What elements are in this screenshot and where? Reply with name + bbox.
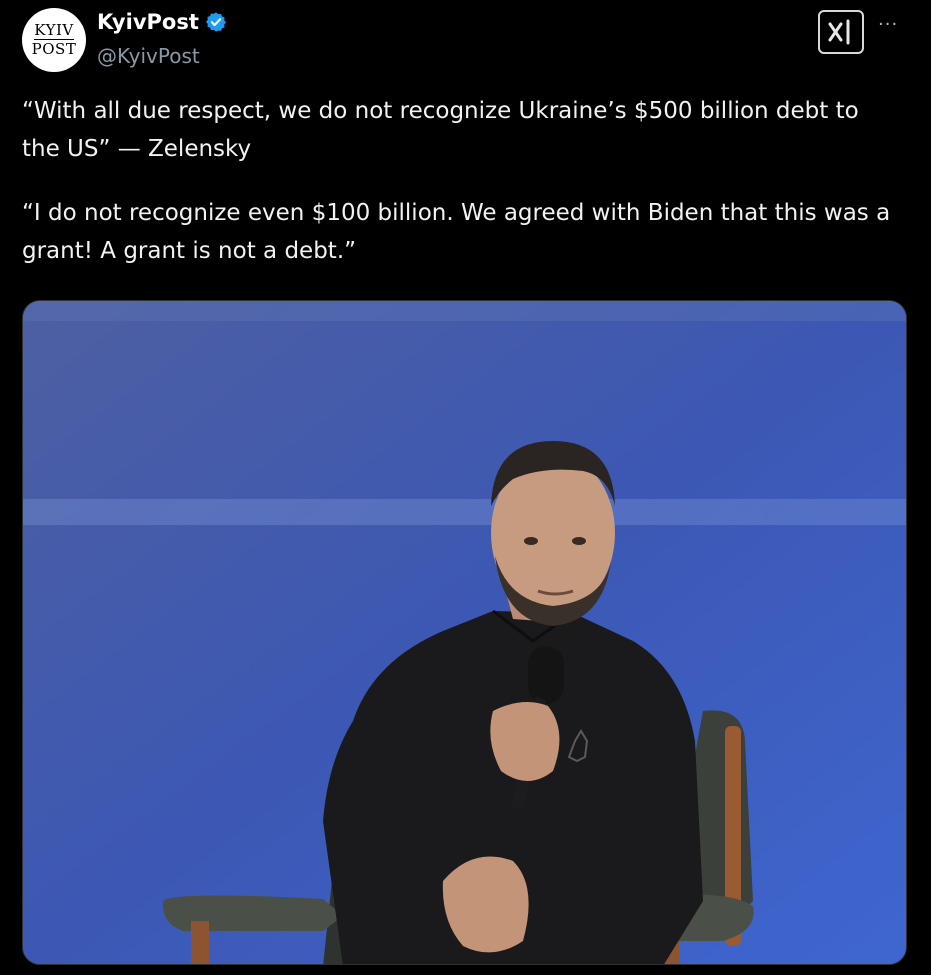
author-name-row: KyivPost	[97, 10, 227, 34]
verified-badge-icon	[205, 11, 227, 33]
post-photo[interactable]	[22, 300, 907, 965]
avatar[interactable]: KYIV POST	[22, 8, 86, 72]
post-card: KYIV POST KyivPost @KyivPost ··· “With a…	[0, 0, 931, 975]
display-name[interactable]: KyivPost	[97, 10, 199, 34]
handle[interactable]: @KyivPost	[97, 44, 200, 68]
more-options-icon[interactable]: ···	[878, 14, 898, 35]
post-text: “With all due respect, we do not recogni…	[22, 92, 902, 270]
photo-illustration	[23, 301, 906, 964]
avatar-line1: KYIV	[34, 21, 74, 39]
post-paragraph-1: “With all due respect, we do not recogni…	[22, 98, 859, 162]
xai-grok-icon[interactable]	[818, 10, 864, 54]
post-paragraph-2: “I do not recognize even $100 billion. W…	[22, 200, 891, 264]
avatar-line2: POST	[31, 40, 77, 58]
